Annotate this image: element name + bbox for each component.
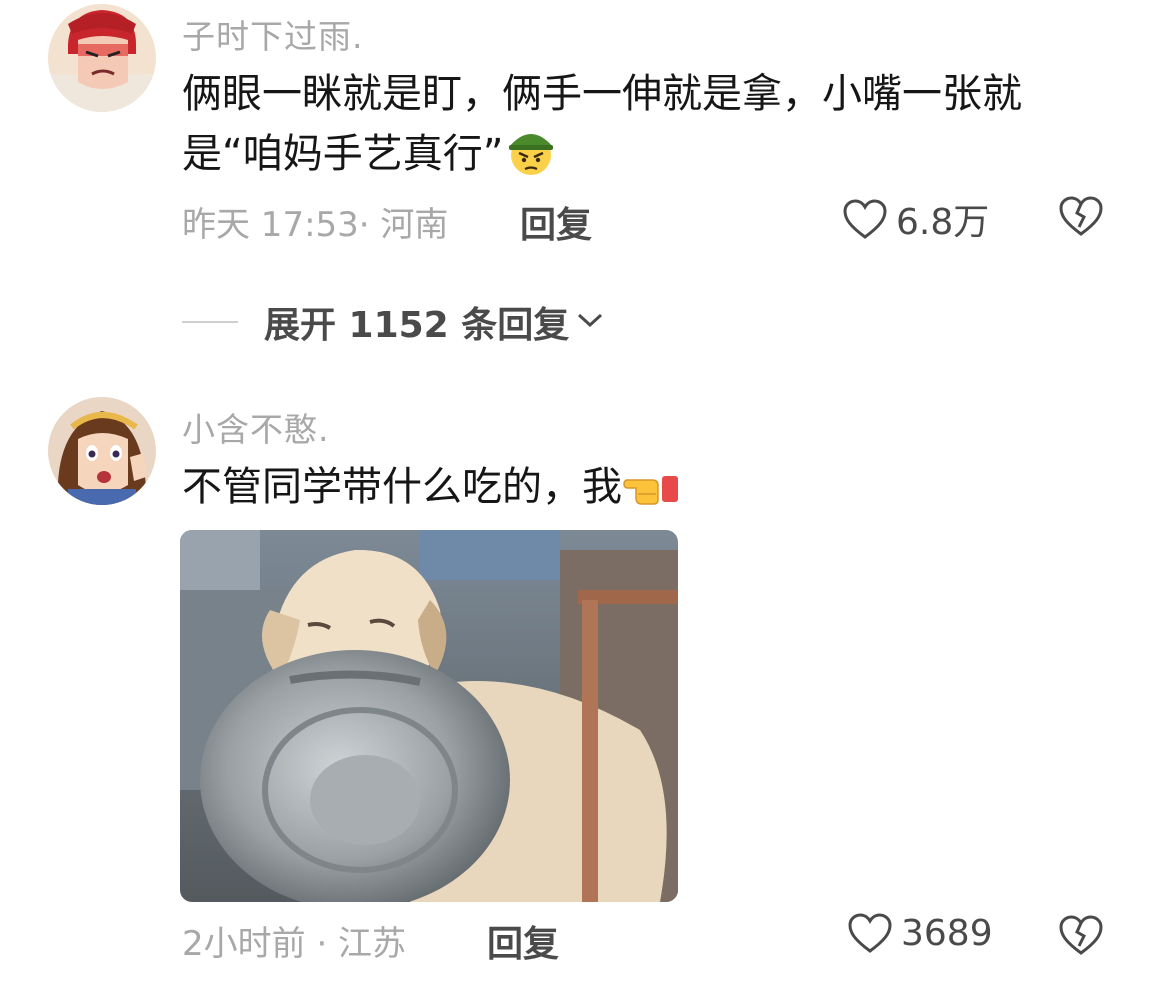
pointing-right-hand-emoji-icon	[622, 466, 678, 518]
comment-meta: 2小时前 · 江苏 回复 3689	[182, 912, 1130, 965]
time-location: 昨天 17:53· 河南	[182, 205, 449, 245]
comment-item: 子时下过雨. 俩眼一眯就是盯，俩手一伸就是拿，小嘴一张就是“咱妈手艺真行” 昨天…	[0, 0, 1170, 346]
comment-meta: 昨天 17:53· 河南 回复 6.8万	[182, 193, 1130, 246]
comment-text: 俩眼一眯就是盯，俩手一伸就是拿，小嘴一张就是“咱妈手艺真行”	[182, 64, 1112, 184]
heart-icon	[847, 912, 893, 954]
reply-button[interactable]: 回复	[487, 915, 559, 967]
like-button[interactable]: 6.8万	[842, 193, 989, 245]
username[interactable]: 子时下过雨.	[182, 10, 364, 58]
username[interactable]: 小含不憨.	[182, 403, 330, 451]
golden-retriever-puppy-image	[180, 530, 678, 902]
reply-button[interactable]: 回复	[520, 196, 592, 248]
comment-text-content: 不管同学带什么吃的，我	[182, 464, 622, 510]
expand-replies-label: 展开 1152 条回复	[264, 305, 570, 346]
like-count: 6.8万	[896, 202, 990, 243]
like-button[interactable]: 3689	[847, 912, 993, 954]
angry-soldier-emoji-icon	[503, 125, 559, 177]
attached-image[interactable]	[180, 530, 678, 902]
broken-heart-icon[interactable]	[1058, 914, 1104, 956]
avatar[interactable]	[48, 4, 156, 112]
comment-item: 小含不憨. 不管同学带什么吃的，我 2小时前 · 江苏 回复 3689	[0, 395, 1170, 991]
heart-icon	[842, 198, 888, 240]
comment-text: 不管同学带什么吃的，我	[182, 457, 1112, 518]
avatar[interactable]	[48, 397, 156, 505]
time-location: 2小时前 · 江苏	[182, 924, 407, 964]
comment-text-content: 俩眼一眯就是盯，俩手一伸就是拿，小嘴一张就是“咱妈手艺真行”	[182, 71, 1022, 177]
comment-list: 子时下过雨. 俩眼一眯就是盯，俩手一伸就是拿，小嘴一张就是“咱妈手艺真行” 昨天…	[0, 0, 1170, 991]
expand-replies-button[interactable]: 展开 1152 条回复	[182, 298, 605, 346]
broken-heart-icon[interactable]	[1058, 195, 1104, 237]
chevron-down-icon	[575, 310, 605, 334]
like-count: 3689	[901, 912, 993, 954]
divider	[182, 321, 238, 323]
